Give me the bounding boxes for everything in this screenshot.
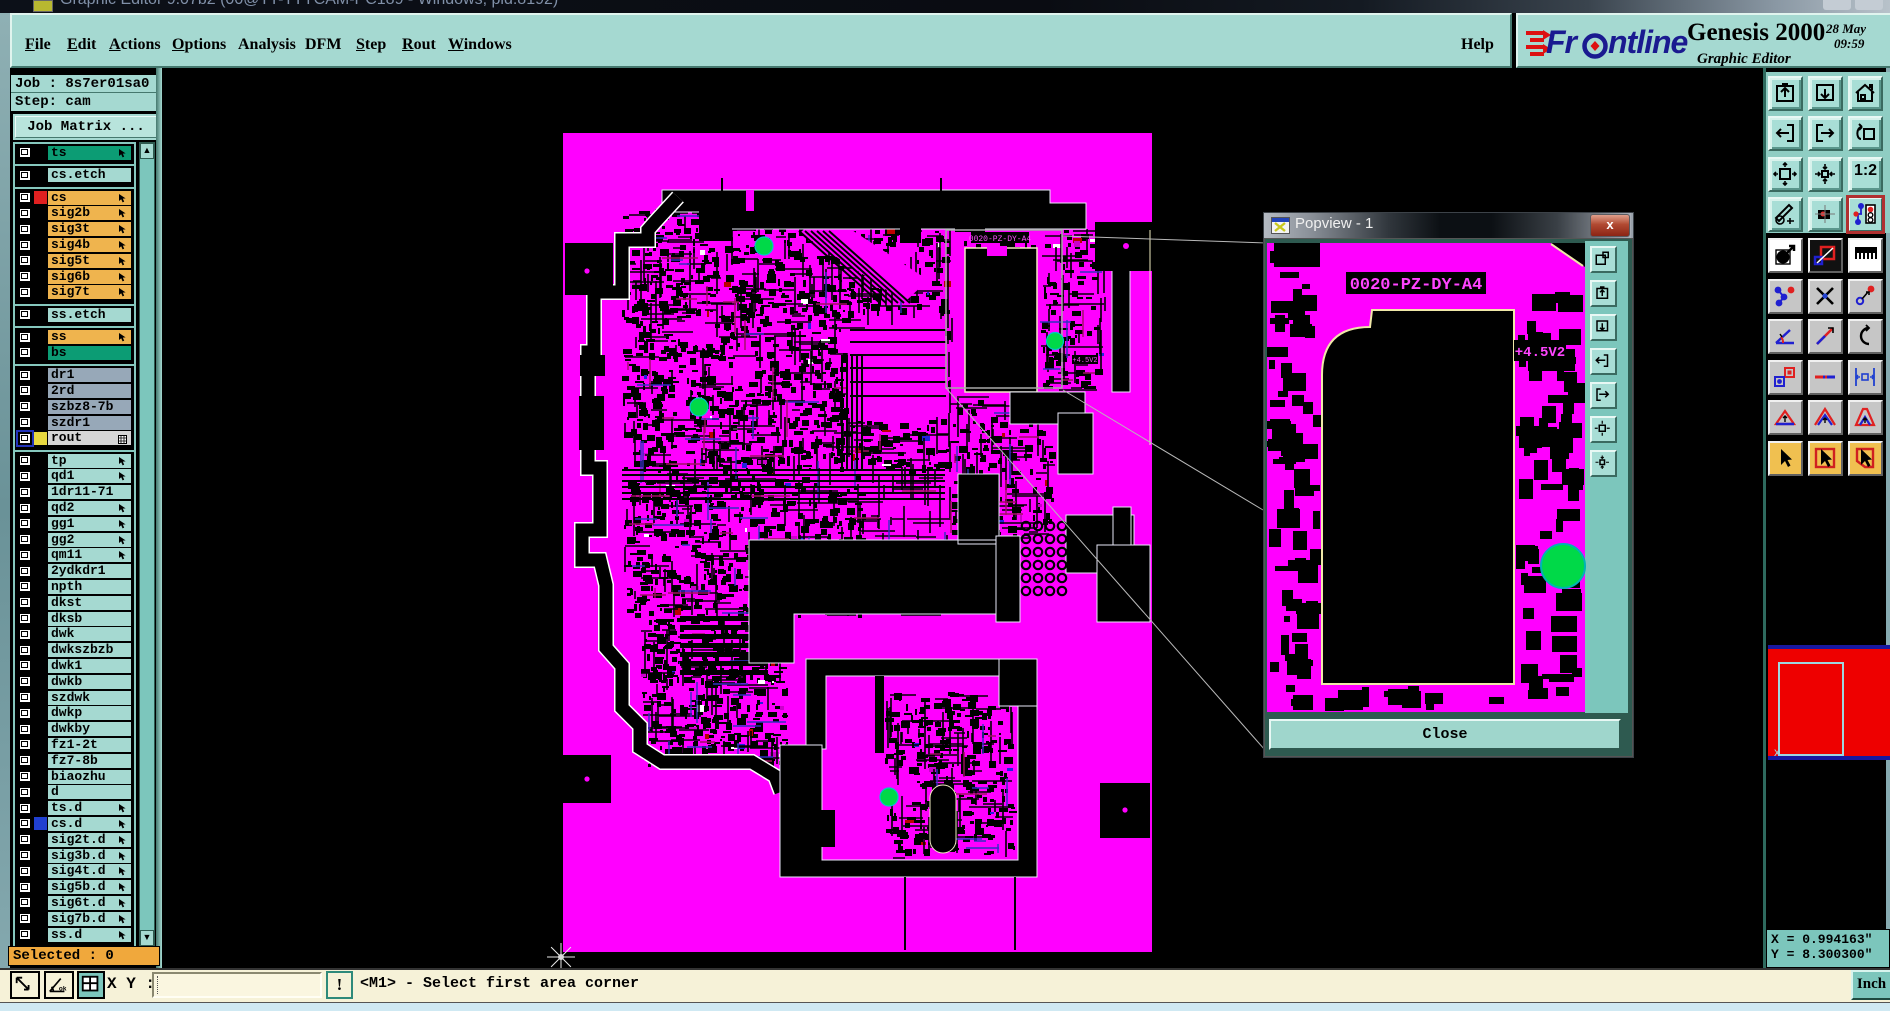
svg-text:+4.5V2: +4.5V2: [1515, 345, 1565, 361]
svg-text:0020-PZ-DY-A4: 0020-PZ-DY-A4: [1350, 276, 1483, 295]
svg-text:ok: ok: [59, 986, 67, 993]
